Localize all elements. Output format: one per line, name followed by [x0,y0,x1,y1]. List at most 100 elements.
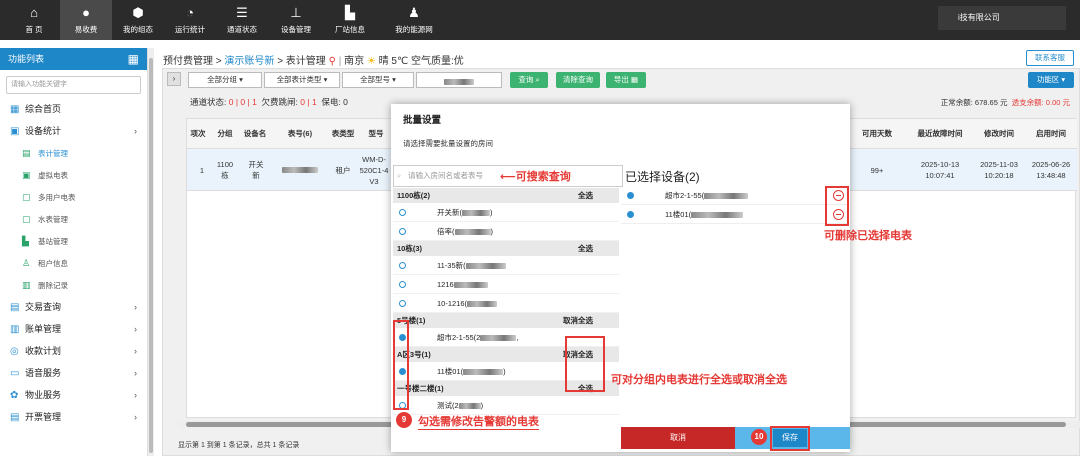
sidebar-sub-delete-record[interactable]: ▥ 删除记录 [0,274,147,296]
col-model[interactable]: 型号 [363,119,389,149]
select-all-button[interactable]: 全选 [578,241,593,256]
annotation-delete: 可删除已选择电表 [824,229,912,242]
col-meter-no[interactable]: 表号(6) [275,119,325,149]
sidebar-sub-water-meter[interactable]: ▢ 水表管理 [0,208,147,230]
nav-channel-status[interactable]: ☰ 通道状态 [216,0,268,40]
room-name: 11-35新( [437,256,506,275]
annotation-select-all: 可对分组内电表进行全选或取消全选 [611,373,787,386]
status-values[interactable]: 0 | 0 | 1 [229,97,257,107]
col-index[interactable]: 项次 [187,119,209,149]
sidebar-item-device-stats[interactable]: ▣ 设备统计 › [0,120,147,142]
room-name-text: 测试(2 [437,401,459,410]
room-item[interactable]: 10-1216( [393,294,619,313]
nav-home[interactable]: ⌂ 首 页 [8,0,60,40]
cell-meter-no [275,149,325,191]
col-group[interactable]: 分组 [213,119,237,149]
sidebar-sub-station[interactable]: ▙ 基站管理 [0,230,147,252]
all-types-select[interactable]: 全部表计类型 ▾ [264,72,340,88]
sidebar-item-invoice[interactable]: ▤ 开票管理 › [0,406,147,428]
sidebar-sub-meter-mgmt[interactable]: ▤ 表计管理 [0,142,147,164]
sidebar: 功能列表 ▦ 请输入功能关键字 ▦ 综合首页 ▣ 设备统计 › ▤ 表计管理 ▣ 虚拟电表 … [0,48,148,456]
search-doc-icon: ▤ [10,302,20,313]
debt-trip-values[interactable]: 0 | 1 [300,97,316,107]
nav-label: 易收费 [74,25,98,34]
sidebar-scrollbar[interactable] [148,48,154,456]
nav-station-info[interactable]: ▙ 厂站信息 [324,0,376,40]
radio-button[interactable] [399,281,406,288]
cell-start-time: 2025-06-26 13:48:48 [1031,160,1071,180]
all-models-select[interactable]: 全部型号 ▾ [342,72,414,88]
nav-my-config[interactable]: ⬢ 我的组态 [112,0,164,40]
col-modify-time[interactable]: 修改时间 [977,119,1021,149]
keyword-input[interactable] [416,72,502,88]
sidebar-item-label: 综合首页 [25,104,62,114]
col-start-time[interactable]: 启用时间 [1029,119,1073,149]
support-button[interactable]: 联系客服 [1026,50,1074,66]
clear-query-button[interactable]: 清除查询 [556,72,600,88]
weather-info: 晴 5℃ 空气质量:优 [378,56,464,67]
sidebar-sub-multi-meter[interactable]: ▢ 多用户电表 [0,186,147,208]
sidebar-item-property[interactable]: ✿ 物业服务 › [0,384,147,406]
sidebar-sub-label: 删除记录 [38,281,68,290]
cancel-button[interactable]: 取消 [621,427,735,449]
sidebar-item-collect-plan[interactable]: ◎ 收款计划 › [0,340,147,362]
person-icon: ♟ [408,5,420,20]
radio-button[interactable] [399,228,406,235]
grid-icon: ▦ [10,104,20,115]
all-groups-select[interactable]: 全部分组 ▾ [188,72,262,88]
nav-label: 我的组态 [123,25,153,34]
select-all-button[interactable]: 全选 [578,188,593,203]
overdraft-balance: 透支余额: 0.00 元 [1011,98,1070,107]
redacted-text [463,369,504,376]
sidebar-search-input[interactable]: 请输入功能关键字 [6,76,141,94]
room-item[interactable]: 倍率() [393,222,619,241]
pie-chart-icon: ◔ [186,5,194,20]
sidebar-sub-tenant[interactable]: ♙ 租户信息 [0,252,147,274]
room-item[interactable]: 11-35新( [393,256,619,275]
col-device[interactable]: 设备名 [241,119,269,149]
step-badge-10: 10 [751,429,767,445]
redacted-text [458,403,481,410]
nav-run-stats[interactable]: ◔ 运行统计 [164,0,216,40]
group-name: 1100栋(2) [397,191,430,200]
export-button[interactable]: 导出 ▦ [606,72,646,88]
query-button[interactable]: 查询 ⌕ [510,72,548,88]
deselect-all-button[interactable]: 取消全选 [563,313,593,328]
location-pin-icon: ⚲ [328,56,336,67]
crumb-account-link[interactable]: 演示账号新 [224,56,274,67]
sidebar-item-home[interactable]: ▦ 综合首页 [0,98,147,120]
radio-button[interactable] [399,300,406,307]
sidebar-item-trade-query[interactable]: ▤ 交易查询 › [0,296,147,318]
redacted-text [467,301,498,308]
room-item[interactable]: 1216 [393,275,619,294]
radio-button[interactable] [399,209,406,216]
col-fault-time[interactable]: 最近故障时间 [909,119,971,149]
chevron-right-icon: › [134,346,137,356]
col-meter-type[interactable]: 表类型 [328,119,358,149]
function-area-button[interactable]: 功能区 ▾ [1028,72,1074,88]
company-name[interactable]: i技有限公司 [938,6,1066,30]
home-icon: ⌂ [30,5,38,20]
sun-icon: ☀ [366,56,376,67]
voice-icon: ▭ [10,368,20,379]
collapse-arrow-icon[interactable]: › [167,72,181,86]
scrollbar-thumb[interactable] [149,58,153,453]
grid-toggle-icon[interactable]: ▦ [128,52,139,66]
col-available-days[interactable]: 可用天数 [853,119,901,149]
radio-button[interactable] [399,262,406,269]
redacted-text [691,212,744,219]
sidebar-sub-virtual-meter[interactable]: ▣ 虚拟电表 [0,164,147,186]
nav-easy-charge[interactable]: ● 易收费 [60,0,112,40]
sidebar-item-voice[interactable]: ▭ 语音服务 › [0,362,147,384]
room-item[interactable]: 开关新() [393,203,619,222]
step-badge-9: 9 [396,412,412,428]
channel-status-line: 通道状态: 0 | 0 | 1 欠费跳闸: 0 | 1 保电: 0 [190,96,348,108]
selected-devices-list: 超市2-1-55( 11楼01( [621,186,850,224]
nav-device-mgmt[interactable]: ⊥ 设备管理 [270,0,322,40]
nav-my-energy[interactable]: ♟ 我的能源网 [388,0,440,40]
selected-devices-title: 已选择设备(2) [625,170,700,184]
sidebar-item-bill-mgmt[interactable]: ▥ 账单管理 › [0,318,147,340]
room-name-text: 10-1216( [437,299,468,308]
cell-model: WM-D-520C1-4 V3 [359,154,389,186]
cell-device: 开关新 [245,149,267,191]
